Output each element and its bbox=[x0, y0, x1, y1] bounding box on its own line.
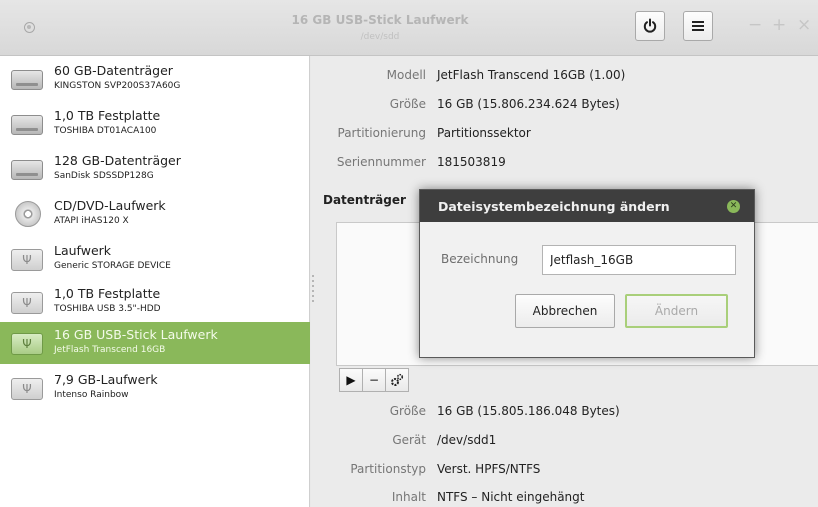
drive-model: Generic STORAGE DEVICE bbox=[54, 261, 171, 271]
title-bar: 16 GB USB-Stick Laufwerk /dev/sdd − + × bbox=[0, 0, 818, 56]
menu-button[interactable] bbox=[683, 11, 713, 41]
sidebar-item-16gb-usb-stick[interactable]: Ψ 16 GB USB-Stick Laufwerk JetFlash Tran… bbox=[0, 322, 310, 364]
pane-resize-handle[interactable] bbox=[312, 275, 314, 305]
drive-list-sidebar: 60 GB-Datenträger KINGSTON SVP200S37A60G… bbox=[0, 56, 310, 507]
sidebar-item-60gb[interactable]: 60 GB-Datenträger KINGSTON SVP200S37A60G bbox=[0, 58, 310, 100]
usb-drive-icon: Ψ bbox=[9, 288, 45, 316]
drive-name: 7,9 GB-Laufwerk bbox=[54, 372, 158, 387]
size-value: 16 GB (15.806.234.624 Bytes) bbox=[437, 97, 620, 111]
drive-model: SanDisk SDSSDP128G bbox=[54, 171, 154, 181]
partitioning-label: Partitionierung bbox=[337, 126, 427, 140]
rename-filesystem-dialog: Dateisystembezeichnung ändern ✕ Bezeichn… bbox=[419, 189, 755, 358]
cancel-button[interactable]: Abbrechen bbox=[515, 294, 615, 328]
serial-value: 181503819 bbox=[437, 155, 506, 169]
drive-model: JetFlash Transcend 16GB bbox=[54, 345, 166, 355]
partition-type-value: Verst. HPFS/NTFS bbox=[437, 462, 541, 476]
minimize-button[interactable]: − bbox=[748, 15, 762, 35]
sidebar-item-generic-drive[interactable]: Ψ Laufwerk Generic STORAGE DEVICE bbox=[0, 238, 310, 280]
drive-name: 16 GB USB-Stick Laufwerk bbox=[54, 327, 218, 342]
sidebar-item-cd-dvd[interactable]: CD/DVD-Laufwerk ATAPI iHAS120 X bbox=[0, 193, 310, 235]
filesystem-label-input[interactable] bbox=[542, 245, 736, 275]
model-value: JetFlash Transcend 16GB (1.00) bbox=[437, 68, 626, 82]
sidebar-item-1tb-usb[interactable]: Ψ 1,0 TB Festplatte TOSHIBA USB 3.5"-HDD bbox=[0, 281, 310, 323]
content-label: Inhalt bbox=[391, 490, 426, 504]
usb-drive-icon: Ψ bbox=[9, 329, 45, 357]
sidebar-item-128gb[interactable]: 128 GB-Datenträger SanDisk SDSSDP128G bbox=[0, 148, 310, 190]
partitioning-value: Partitionssektor bbox=[437, 126, 531, 140]
volumes-heading: Datenträger bbox=[323, 193, 406, 207]
sidebar-item-1tb[interactable]: 1,0 TB Festplatte TOSHIBA DT01ACA100 bbox=[0, 103, 310, 145]
label-field-label: Bezeichnung bbox=[441, 252, 519, 266]
maximize-button[interactable]: + bbox=[772, 15, 786, 35]
optical-disc-icon bbox=[9, 200, 45, 228]
dialog-title: Dateisystembezeichnung ändern bbox=[438, 199, 670, 214]
sidebar-item-7-9gb[interactable]: Ψ 7,9 GB-Laufwerk Intenso Rainbow bbox=[0, 367, 310, 409]
play-icon: ▶ bbox=[346, 373, 356, 387]
partition-type-label: Partitionstyp bbox=[350, 462, 426, 476]
partition-size-value: 16 GB (15.805.186.048 Bytes) bbox=[437, 404, 620, 418]
drive-name: 1,0 TB Festplatte bbox=[54, 108, 161, 123]
mount-button[interactable]: ▶ bbox=[339, 368, 363, 392]
delete-partition-button[interactable]: − bbox=[362, 368, 386, 392]
drive-name: 1,0 TB Festplatte bbox=[54, 286, 161, 301]
drive-model: Intenso Rainbow bbox=[54, 390, 129, 400]
change-button[interactable]: Ändern bbox=[625, 294, 728, 328]
device-label: Gerät bbox=[392, 433, 426, 447]
drive-model: TOSHIBA DT01ACA100 bbox=[54, 126, 157, 136]
partition-size-label: Größe bbox=[389, 404, 426, 418]
drive-name: 60 GB-Datenträger bbox=[54, 63, 173, 78]
drive-model: TOSHIBA USB 3.5"-HDD bbox=[54, 304, 161, 314]
hdd-icon bbox=[9, 65, 45, 93]
hdd-icon bbox=[9, 155, 45, 183]
drive-model: KINGSTON SVP200S37A60G bbox=[54, 81, 181, 91]
minus-icon: − bbox=[368, 373, 380, 387]
model-label: Modell bbox=[386, 68, 426, 82]
close-button[interactable]: × bbox=[797, 15, 811, 35]
usb-drive-icon: Ψ bbox=[9, 245, 45, 273]
volume-toolbar: ▶ − bbox=[339, 368, 437, 394]
content-value: NTFS – Nicht eingehängt bbox=[437, 490, 585, 504]
drive-name: Laufwerk bbox=[54, 243, 112, 258]
partition-options-button[interactable] bbox=[385, 368, 409, 392]
drive-name: CD/DVD-Laufwerk bbox=[54, 198, 166, 213]
gears-icon bbox=[391, 373, 404, 386]
power-icon bbox=[643, 18, 657, 33]
device-value: /dev/sdd1 bbox=[437, 433, 497, 447]
power-button[interactable] bbox=[635, 11, 665, 41]
close-circle-icon[interactable]: ✕ bbox=[727, 200, 740, 213]
drive-name: 128 GB-Datenträger bbox=[54, 153, 181, 168]
size-label: Größe bbox=[389, 97, 426, 111]
serial-label: Seriennummer bbox=[336, 155, 426, 169]
drive-model: ATAPI iHAS120 X bbox=[54, 216, 129, 226]
hdd-icon bbox=[9, 110, 45, 138]
usb-drive-icon: Ψ bbox=[9, 374, 45, 402]
hamburger-menu-icon bbox=[692, 21, 704, 31]
dialog-header: Dateisystembezeichnung ändern ✕ bbox=[420, 190, 754, 222]
